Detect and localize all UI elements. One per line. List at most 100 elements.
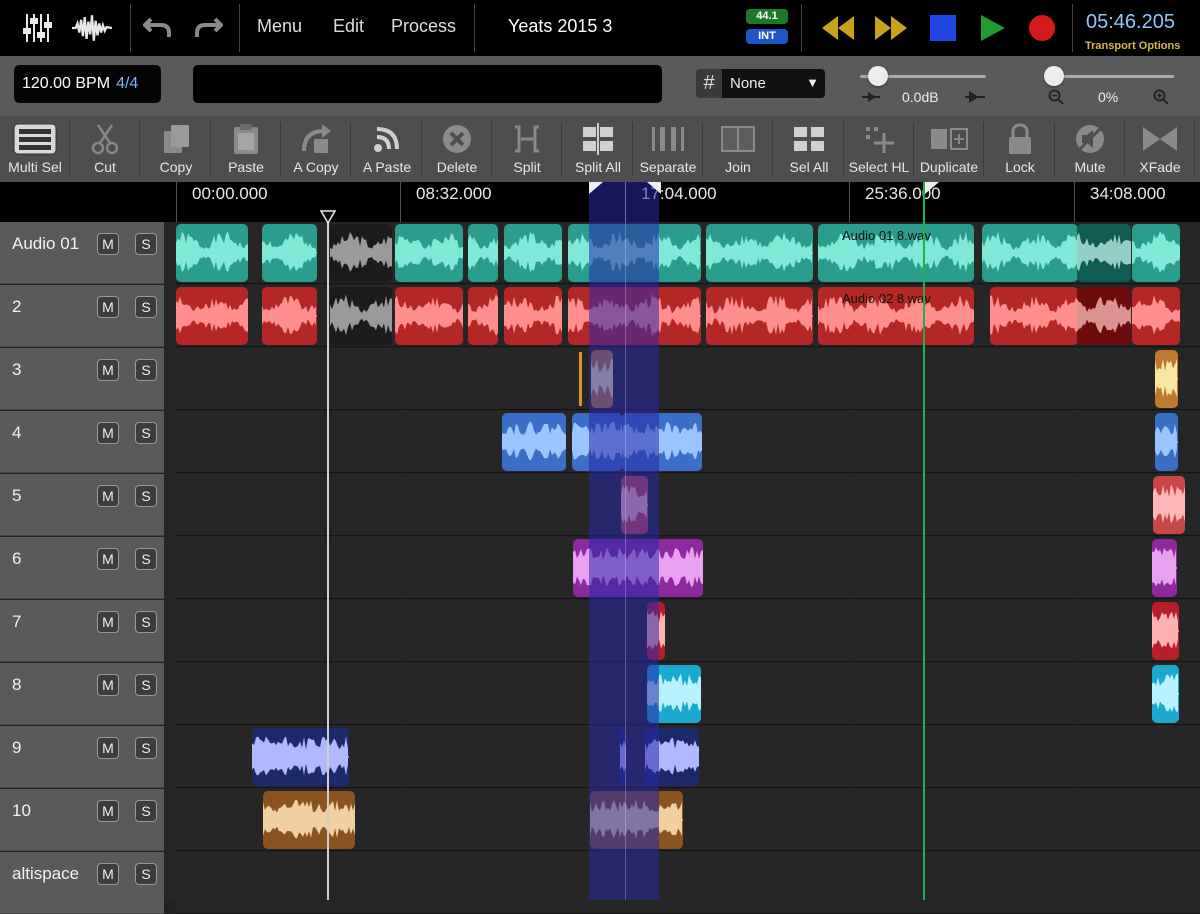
- zoom-in-icon[interactable]: [1153, 89, 1169, 108]
- audio-clip[interactable]: [395, 224, 463, 282]
- audio-clip[interactable]: [982, 224, 1078, 282]
- track-header[interactable]: altispace M S: [0, 852, 164, 914]
- track-lane[interactable]: [176, 411, 1200, 473]
- tool-a-copy-button[interactable]: A Copy: [281, 116, 351, 182]
- track-name[interactable]: 7: [12, 612, 21, 632]
- tool-duplicate-button[interactable]: Duplicate: [914, 116, 984, 182]
- tool-multi-sel-button[interactable]: Multi Sel: [0, 116, 70, 182]
- solo-button[interactable]: S: [135, 233, 157, 255]
- audio-clip[interactable]: [706, 224, 813, 282]
- audio-clip[interactable]: [1155, 413, 1178, 471]
- track-name[interactable]: 10: [12, 801, 31, 821]
- track-header[interactable]: 5 MS: [0, 474, 164, 536]
- mute-button[interactable]: M: [97, 737, 119, 759]
- playhead[interactable]: [923, 182, 925, 900]
- selection-start-marker[interactable]: [589, 182, 603, 194]
- track-header[interactable]: Audio 01 M S: [0, 222, 164, 284]
- volume-slider-knob[interactable]: [868, 66, 888, 86]
- track-lane[interactable]: [176, 348, 1200, 410]
- track-lane[interactable]: [176, 789, 1200, 851]
- edit-menu[interactable]: Edit: [333, 16, 364, 37]
- solo-button[interactable]: S: [135, 611, 157, 633]
- track-lane[interactable]: [176, 663, 1200, 725]
- audio-clip[interactable]: [1152, 539, 1177, 597]
- audio-clip[interactable]: [395, 287, 463, 345]
- audio-clip[interactable]: [502, 413, 566, 471]
- tool-delete-button[interactable]: Delete: [422, 116, 492, 182]
- audio-clip[interactable]: [706, 287, 813, 345]
- audio-clip[interactable]: [990, 287, 1078, 345]
- tool-paste-button[interactable]: Paste: [211, 116, 281, 182]
- tool-split-all-button[interactable]: Split All: [563, 116, 633, 182]
- play-icon[interactable]: [973, 8, 1013, 48]
- audio-clip[interactable]: [263, 791, 355, 849]
- audio-clip[interactable]: [504, 287, 562, 345]
- track-lane[interactable]: [176, 852, 1200, 914]
- audio-clip[interactable]: [468, 287, 498, 345]
- track-name[interactable]: 3: [12, 360, 21, 380]
- track-header[interactable]: 7 MS: [0, 600, 164, 662]
- snap-select[interactable]: # None ▼: [696, 69, 825, 98]
- audio-clip[interactable]: [1153, 476, 1185, 534]
- audio-clip[interactable]: [262, 287, 317, 345]
- solo-button[interactable]: S: [135, 800, 157, 822]
- solo-button[interactable]: S: [135, 548, 157, 570]
- tool-cut-button[interactable]: Cut: [70, 116, 140, 182]
- tool-split-button[interactable]: Split: [492, 116, 562, 182]
- edit-cursor[interactable]: [327, 222, 329, 900]
- track-lane[interactable]: Audio 01 8.wav: [176, 222, 1200, 284]
- edit-cursor-marker[interactable]: [320, 210, 336, 224]
- tool-xfade-button[interactable]: XFade: [1125, 116, 1195, 182]
- audio-clip[interactable]: [1132, 287, 1180, 345]
- zoom-slider-track[interactable]: [1046, 75, 1174, 78]
- tool-select-hl-button[interactable]: Select HL: [844, 116, 914, 182]
- mute-button[interactable]: M: [97, 863, 119, 885]
- undo-icon[interactable]: [138, 8, 178, 48]
- track-header[interactable]: 2 MS: [0, 285, 164, 347]
- redo-icon[interactable]: [188, 8, 228, 48]
- track-header[interactable]: 6 MS: [0, 537, 164, 599]
- mute-button[interactable]: M: [97, 548, 119, 570]
- track-header[interactable]: 9 MS: [0, 726, 164, 788]
- audio-clip[interactable]: [176, 287, 248, 345]
- audio-clip[interactable]: [468, 224, 498, 282]
- mute-button[interactable]: M: [97, 485, 119, 507]
- audio-clip[interactable]: [252, 728, 349, 786]
- selection-end-marker[interactable]: [647, 182, 661, 194]
- menu-button[interactable]: Menu: [257, 16, 302, 37]
- track-name[interactable]: 6: [12, 549, 21, 569]
- tempo-display[interactable]: 120.00 BPM 4/4: [14, 65, 161, 103]
- audio-clip[interactable]: [504, 224, 562, 282]
- stop-icon[interactable]: [923, 8, 963, 48]
- track-lane[interactable]: [176, 726, 1200, 788]
- transport-options-button[interactable]: Transport Options: [1085, 40, 1180, 52]
- solo-button[interactable]: S: [135, 737, 157, 759]
- track-header[interactable]: 4 MS: [0, 411, 164, 473]
- solo-button[interactable]: S: [135, 296, 157, 318]
- process-menu[interactable]: Process: [391, 16, 456, 37]
- audio-clip[interactable]: [176, 224, 248, 282]
- track-name[interactable]: 9: [12, 738, 21, 758]
- track-lane[interactable]: Audio 02 8.wav: [176, 285, 1200, 347]
- clip-name-field[interactable]: [193, 65, 662, 103]
- mute-button[interactable]: M: [97, 611, 119, 633]
- track-lane[interactable]: [176, 474, 1200, 536]
- audio-clip[interactable]: [1132, 224, 1180, 282]
- rewind-icon[interactable]: [818, 8, 858, 48]
- time-selection[interactable]: [589, 182, 659, 900]
- tool-join-button[interactable]: Join: [703, 116, 773, 182]
- tool-separate-button[interactable]: Separate: [633, 116, 703, 182]
- track-name[interactable]: 5: [12, 486, 21, 506]
- fast-forward-icon[interactable]: [871, 8, 911, 48]
- audio-clip[interactable]: [1155, 350, 1178, 408]
- audio-clip[interactable]: [1152, 665, 1179, 723]
- clock-source-badge[interactable]: INT: [746, 29, 788, 44]
- record-icon[interactable]: [1022, 8, 1062, 48]
- mute-button[interactable]: M: [97, 674, 119, 696]
- mute-button[interactable]: M: [97, 359, 119, 381]
- audio-clip[interactable]: [262, 224, 317, 282]
- audio-clip[interactable]: [330, 287, 392, 345]
- track-name[interactable]: 2: [12, 297, 21, 317]
- mixer-icon[interactable]: [18, 8, 58, 48]
- track-name[interactable]: altispace: [12, 864, 79, 884]
